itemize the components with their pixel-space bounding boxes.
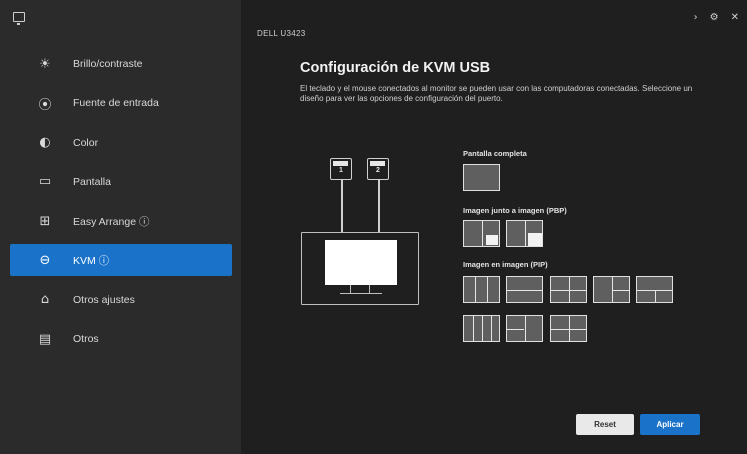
usb-port-1-icon: 1 (330, 158, 352, 180)
kvm-diagram: 1 2 (299, 155, 422, 307)
single-layout-label: Pantalla completa (463, 149, 527, 158)
usb-port-number: 2 (376, 167, 380, 174)
sidebar-item-label: Otros ajustes (73, 293, 135, 306)
split-line (507, 329, 524, 330)
kvm-icon: ⊖ (39, 252, 51, 268)
monitor-stand (350, 285, 370, 293)
page-description: El teclado y el mouse conectados al moni… (300, 84, 693, 103)
pip-layout-label: Imagen en imagen (PIP) (463, 260, 548, 269)
layout-pip-tile-8[interactable] (550, 315, 587, 342)
sidebar-item-label: Pantalla (73, 175, 111, 188)
split-line (655, 290, 656, 302)
split-line (482, 221, 483, 246)
pbp-layout-label: Imagen junto a imagen (PBP) (463, 206, 567, 215)
display-icon: ▭ (38, 174, 52, 190)
layout-pip-tile-4[interactable] (593, 276, 630, 303)
sidebar-item-label: Fuente de entrada (73, 97, 159, 110)
split-line (473, 316, 474, 341)
split-line (525, 316, 526, 341)
sidebar-item-color[interactable]: ◐ Color (10, 127, 232, 159)
easy-arrange-icon: ⊞ (39, 213, 51, 229)
layout-pbp-tile-2[interactable] (506, 220, 543, 247)
color-icon: ◐ (39, 135, 51, 151)
sidebar-item-kvm[interactable]: ⊖ KVM ⓘ (10, 244, 232, 277)
sidebar-item-label: Color (73, 136, 99, 149)
sidebar-item-brightness[interactable]: ☀ Brillo/contraste (10, 48, 232, 80)
layout-pip-tile-3[interactable] (550, 276, 587, 303)
monitor-name: DELL U3423 (257, 29, 306, 38)
main-panel: DELL U3423 › ⚙ ✕ Configuración de KVM US… (241, 0, 747, 454)
layout-window (528, 233, 542, 246)
reset-button[interactable]: Reset (576, 414, 634, 435)
usb-port-2-icon: 2 (367, 158, 389, 180)
page-title: Configuración de KVM USB (300, 60, 491, 76)
sidebar-nav: ☀ Brillo/contraste ⦿ Fuente de entrada ◐… (10, 48, 232, 362)
sidebar-item-info[interactable]: ▤ Otros (10, 323, 232, 355)
split-line (551, 290, 586, 291)
layout-pip-tile-1[interactable] (463, 276, 500, 303)
sidebar-item-easy-arrange[interactable]: ⊞ Easy Arrange ⓘ (10, 205, 232, 237)
split-line (482, 316, 483, 341)
brightness-icon: ☀ (39, 56, 51, 72)
gear-icon[interactable]: ⚙ (710, 12, 719, 23)
layout-pip-tile-7[interactable] (506, 315, 543, 342)
split-line (491, 316, 492, 341)
split-line (507, 290, 542, 291)
monitor-screen (325, 240, 397, 285)
monitor-icon (301, 232, 419, 305)
split-line (487, 277, 488, 302)
monitor-app-icon (13, 12, 25, 25)
sidebar-item-label: Brillo/contraste (73, 58, 143, 70)
sidebar-item-label: Otros (73, 333, 99, 346)
layout-single-tile[interactable] (463, 164, 500, 191)
sidebar-item-input-source[interactable]: ⦿ Fuente de entrada (10, 87, 232, 119)
usb-tag (333, 161, 348, 166)
others-icon: ⌂ (40, 292, 50, 308)
window-controls: › ⚙ ✕ (694, 12, 739, 23)
sidebar-item-label: Easy Arrange ⓘ (73, 215, 150, 228)
layout-pip-tile-6[interactable] (463, 315, 500, 342)
layout-window (486, 235, 498, 245)
split-line (551, 329, 586, 330)
sidebar-item-display[interactable]: ▭ Pantalla (10, 166, 232, 198)
info-icon: ▤ (38, 331, 52, 347)
monitor-base (340, 293, 382, 295)
split-line (475, 277, 476, 302)
layout-pbp-tile-1[interactable] (463, 220, 500, 247)
expand-icon[interactable]: › (694, 12, 698, 23)
usb-port-number: 1 (339, 167, 343, 174)
split-line (612, 290, 629, 291)
usb-tag (370, 161, 385, 166)
layout-pip-tile-5[interactable] (636, 276, 673, 303)
input-source-icon: ⦿ (38, 97, 52, 113)
layout-pip-tile-2[interactable] (506, 276, 543, 303)
sidebar-item-others[interactable]: ⌂ Otros ajustes (10, 284, 232, 316)
usb-cable (378, 180, 380, 232)
close-icon[interactable]: ✕ (731, 12, 739, 23)
apply-button[interactable]: Aplicar (640, 414, 700, 435)
usb-cable (341, 180, 343, 232)
sidebar: ☀ Brillo/contraste ⦿ Fuente de entrada ◐… (0, 0, 241, 454)
split-line (525, 221, 526, 246)
sidebar-item-label: KVM ⓘ (73, 254, 110, 267)
